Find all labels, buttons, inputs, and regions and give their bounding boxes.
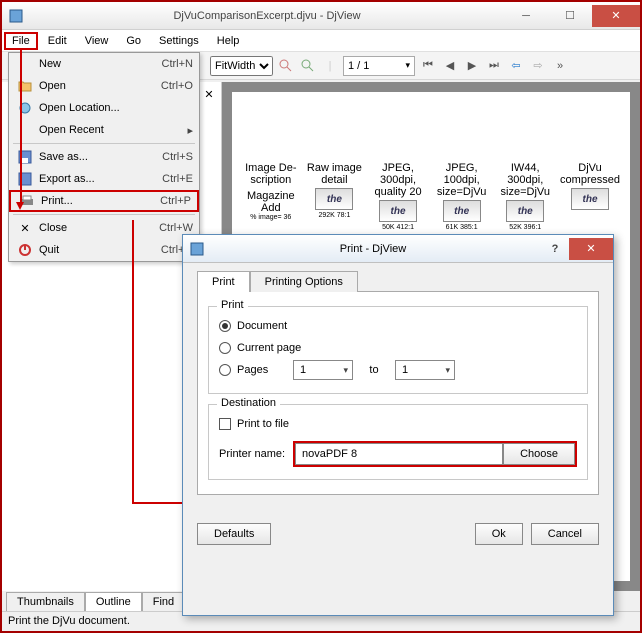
- radio-current-page[interactable]: Current page: [219, 337, 577, 359]
- print-dialog: Print - DjView ? ✕ Print Printing Option…: [182, 234, 614, 616]
- annotation-arrow: [132, 220, 134, 502]
- menu-item-open-location[interactable]: Open Location...: [9, 97, 199, 119]
- sep-icon: |: [321, 57, 339, 75]
- radio-icon: [219, 320, 231, 332]
- menu-item-open[interactable]: OpenCtrl+O: [9, 75, 199, 97]
- pages-to-select[interactable]: 1: [395, 360, 455, 380]
- dialog-help-button[interactable]: ?: [541, 243, 569, 255]
- zoom-select[interactable]: FitWidth: [210, 56, 273, 76]
- first-page-icon[interactable]: ⏮: [419, 57, 437, 75]
- next-page-icon[interactable]: ▶: [463, 57, 481, 75]
- choose-button[interactable]: Choose: [503, 443, 575, 465]
- tab-print[interactable]: Print: [197, 271, 250, 292]
- window-title: DjVuComparisonExcerpt.djvu - DjView: [30, 10, 504, 22]
- forward-icon[interactable]: ⇨: [529, 57, 547, 75]
- radio-pages[interactable]: Pages 1 to 1: [219, 359, 577, 381]
- radio-icon: [219, 364, 231, 376]
- comparison-row: Image De-scriptionMagazineAdd% image= 36…: [242, 162, 620, 231]
- menu-help[interactable]: Help: [209, 32, 248, 50]
- export-icon: [15, 172, 35, 186]
- menu-item-print[interactable]: Print...Ctrl+P: [9, 190, 199, 212]
- dialog-title: Print - DjView: [205, 243, 541, 255]
- dialog-titlebar: Print - DjView ? ✕: [183, 235, 613, 263]
- tab-printing-options[interactable]: Printing Options: [250, 271, 358, 292]
- sidebar-close-icon[interactable]: ✕: [201, 86, 217, 102]
- menu-item-quit[interactable]: QuitCtrl+Q: [9, 239, 199, 261]
- menu-file[interactable]: File: [4, 32, 38, 50]
- app-icon: [8, 8, 24, 24]
- radio-document[interactable]: Document: [219, 315, 577, 337]
- last-page-icon[interactable]: ⏭: [485, 57, 503, 75]
- globe-icon: [15, 101, 35, 115]
- quit-icon: [15, 243, 35, 257]
- defaults-button[interactable]: Defaults: [197, 523, 271, 545]
- page-input[interactable]: 1 / 1▾: [343, 56, 415, 76]
- folder-icon: [15, 80, 35, 92]
- menubar: File Edit View Go Settings Help: [2, 30, 640, 52]
- menu-item-export-as[interactable]: Export as...Ctrl+E: [9, 168, 199, 190]
- tab-thumbnails[interactable]: Thumbnails: [6, 592, 85, 611]
- printer-name-label: Printer name:: [219, 448, 285, 460]
- menu-settings[interactable]: Settings: [151, 32, 207, 50]
- cancel-button[interactable]: Cancel: [531, 523, 599, 545]
- file-menu-dropdown: NewCtrl+N OpenCtrl+O Open Location... Op…: [8, 52, 200, 262]
- pages-from-select[interactable]: 1: [293, 360, 353, 380]
- annotation-arrowhead: [16, 202, 24, 210]
- menu-item-new[interactable]: NewCtrl+N: [9, 53, 199, 75]
- save-icon: [15, 150, 35, 164]
- menu-item-open-recent[interactable]: Open Recent▸: [9, 119, 199, 141]
- titlebar: DjVuComparisonExcerpt.djvu - DjView ─ ☐ …: [2, 2, 640, 30]
- menu-item-close[interactable]: ✕CloseCtrl+W: [9, 217, 199, 239]
- tab-find[interactable]: Find: [142, 592, 185, 611]
- close-icon: ✕: [15, 222, 35, 235]
- checkbox-icon: [219, 418, 231, 430]
- prev-page-icon[interactable]: ◀: [441, 57, 459, 75]
- sidebar-tabs: Thumbnails Outline Find: [6, 592, 185, 611]
- more-icon[interactable]: »: [551, 57, 569, 75]
- back-icon[interactable]: ⇦: [507, 57, 525, 75]
- radio-icon: [219, 342, 231, 354]
- menu-item-save-as[interactable]: Save as...Ctrl+S: [9, 146, 199, 168]
- group-print: Print Document Current page Pages 1 to 1: [208, 306, 588, 394]
- zoom-in-icon[interactable]: [299, 57, 317, 75]
- dialog-close-button[interactable]: ✕: [569, 238, 613, 260]
- ok-button[interactable]: Ok: [475, 523, 523, 545]
- menu-edit[interactable]: Edit: [40, 32, 75, 50]
- checkbox-print-to-file[interactable]: Print to file: [219, 413, 577, 435]
- tab-outline[interactable]: Outline: [85, 592, 142, 611]
- printer-name-field[interactable]: novaPDF 8: [295, 443, 503, 465]
- minimize-button[interactable]: ─: [504, 5, 548, 27]
- menu-view[interactable]: View: [77, 32, 117, 50]
- close-button[interactable]: ✕: [592, 5, 640, 27]
- annotation-arrow: [20, 50, 22, 204]
- group-destination: Destination Print to file Printer name: …: [208, 404, 588, 480]
- zoom-out-icon[interactable]: [277, 57, 295, 75]
- menu-go[interactable]: Go: [118, 32, 149, 50]
- maximize-button[interactable]: ☐: [548, 5, 592, 27]
- dialog-app-icon: [189, 241, 205, 257]
- status-text: Print the DjVu document.: [8, 615, 130, 627]
